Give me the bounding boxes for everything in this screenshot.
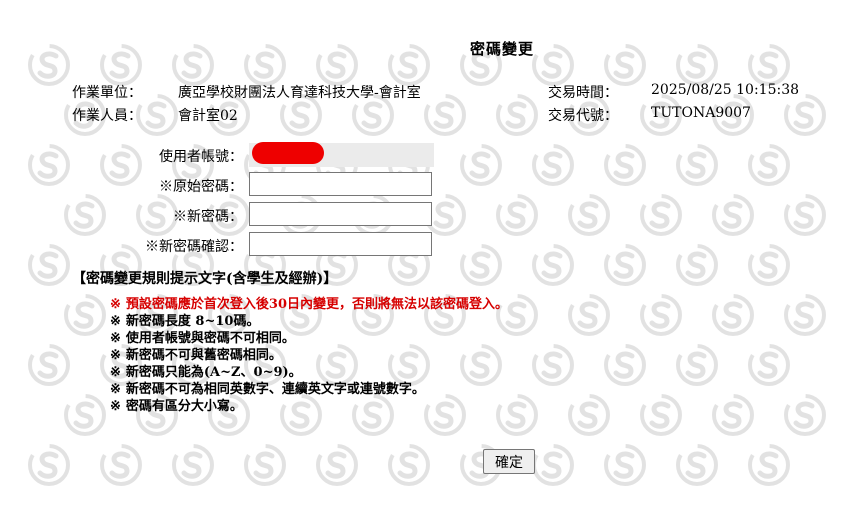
rule-item: ※ 密碼有區分大小寫。 — [110, 398, 508, 415]
rule-mark: ※ — [110, 382, 121, 397]
rule-text: 新密碼長度 8~10碼。 — [125, 314, 260, 329]
rule-mark: ※ — [110, 399, 121, 414]
transaction-code-value: TUTONA9007 — [651, 105, 751, 121]
rules-list: ※ 預設密碼應於首次登入後30日內變更，否則將無法以該密碼登入。 ※ 新密碼長度 8… — [110, 296, 508, 415]
new-password-input[interactable] — [249, 202, 432, 226]
page-title: 密碼變更 — [470, 40, 535, 58]
account-redaction — [252, 142, 324, 164]
account-label: 使用者帳號： — [159, 149, 243, 165]
confirm-password-label: ※新密碼確認： — [145, 239, 243, 255]
operator-label: 作業人員： — [72, 108, 142, 124]
rule-item: ※ 新密碼只能為(A~Z、0~9)。 — [110, 364, 508, 381]
rule-text: 密碼有區分大小寫。 — [125, 399, 243, 414]
rule-mark: ※ — [110, 348, 121, 363]
rules-title: 【密碼變更規則提示文字(含學生及經辦)】 — [72, 271, 338, 287]
old-password-label: ※原始密碼： — [159, 179, 243, 195]
unit-value: 廣亞學校財團法人育達科技大學-會計室 — [178, 85, 421, 101]
rule-text: 新密碼只能為(A~Z、0~9)。 — [125, 365, 302, 380]
rule-item: ※ 新密碼不可為相同英數字、連續英文字或連號數字。 — [110, 381, 508, 398]
rule-mark: ※ — [110, 331, 121, 346]
confirm-button[interactable]: 確定 — [483, 449, 535, 474]
password-change-page: 密碼變更 作業單位： 廣亞學校財團法人育達科技大學-會計室 作業人員： 會計室0… — [0, 0, 853, 531]
transaction-time-value: 2025/08/25 10:15:38 — [651, 82, 800, 98]
confirm-password-input[interactable] — [249, 232, 432, 256]
rule-item: ※ 預設密碼應於首次登入後30日內變更，否則將無法以該密碼登入。 — [110, 296, 508, 313]
new-password-label: ※新密碼： — [173, 209, 243, 225]
transaction-time-label: 交易時間： — [548, 85, 618, 101]
rule-text: 使用者帳號與密碼不可相同。 — [125, 331, 295, 346]
operator-value: 會計室02 — [178, 108, 238, 124]
old-password-input[interactable] — [249, 172, 432, 196]
transaction-code-label: 交易代號： — [548, 108, 618, 124]
rule-mark: ※ — [110, 297, 121, 312]
rule-mark: ※ — [110, 365, 121, 380]
rule-item: ※ 新密碼長度 8~10碼。 — [110, 313, 508, 330]
rule-item: ※ 使用者帳號與密碼不可相同。 — [110, 330, 508, 347]
rule-mark: ※ — [110, 314, 121, 329]
unit-label: 作業單位： — [72, 85, 142, 101]
rule-text: 新密碼不可與舊密碼相同。 — [125, 348, 282, 363]
rule-text: 新密碼不可為相同英數字、連續英文字或連號數字。 — [125, 382, 425, 397]
rule-item: ※ 新密碼不可與舊密碼相同。 — [110, 347, 508, 364]
rule-text: 預設密碼應於首次登入後30日內變更，否則將無法以該密碼登入。 — [125, 297, 508, 312]
